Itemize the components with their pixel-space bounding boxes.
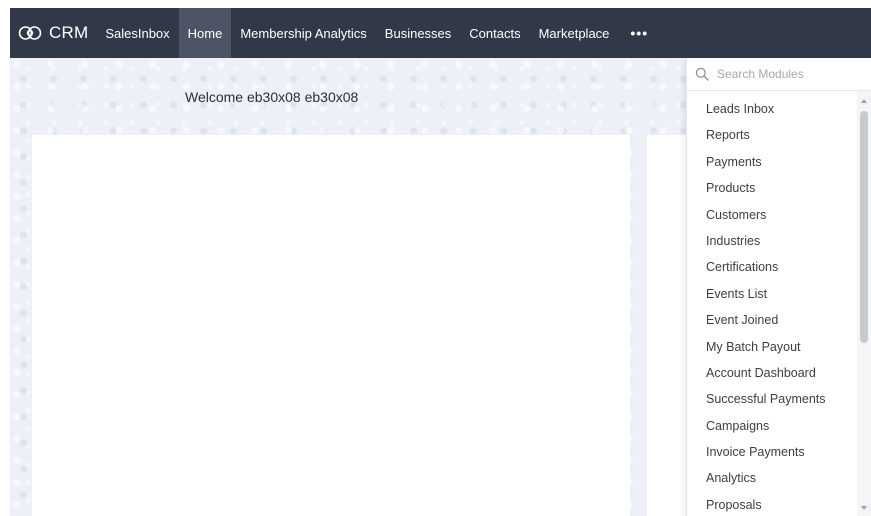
welcome-message: Welcome eb30x08 eb30x08 — [185, 89, 359, 105]
module-item-reports[interactable]: Reports — [687, 122, 857, 148]
module-item-account-dashboard[interactable]: Account Dashboard — [687, 360, 857, 386]
more-icon: ••• — [630, 25, 649, 41]
module-list: Leads Inbox Reports Payments Products Cu… — [687, 96, 857, 516]
module-item-proposals[interactable]: Proposals — [687, 492, 857, 516]
module-item-products[interactable]: Products — [687, 175, 857, 201]
nav-tab-membership-analytics[interactable]: Membership Analytics — [231, 8, 375, 58]
module-item-campaigns[interactable]: Campaigns — [687, 413, 857, 439]
home-content-area: Welcome eb30x08 eb30x08 — [10, 58, 686, 516]
scroll-thumb[interactable] — [860, 111, 868, 343]
nav-tab-contacts[interactable]: Contacts — [460, 8, 529, 58]
module-item-leads-inbox[interactable]: Leads Inbox — [687, 96, 857, 122]
module-item-successful-payments[interactable]: Successful Payments — [687, 386, 857, 412]
module-item-events-list[interactable]: Events List — [687, 281, 857, 307]
nav-tab-label: Marketplace — [538, 25, 610, 41]
nav-tab-salesinbox[interactable]: SalesInbox — [96, 8, 178, 58]
module-search-box — [687, 58, 871, 91]
brand-name: CRM — [49, 23, 89, 42]
module-item-industries[interactable]: Industries — [687, 228, 857, 254]
top-navigation-bar: CRM SalesInbox Home Membership Analytics… — [10, 8, 871, 58]
module-item-certifications[interactable]: Certifications — [687, 254, 857, 280]
more-modules-button[interactable]: ••• — [618, 8, 660, 58]
module-item-payments[interactable]: Payments — [687, 149, 857, 175]
nav-tab-label: Home — [187, 25, 223, 41]
module-item-invoice-payments[interactable]: Invoice Payments — [687, 439, 857, 465]
crm-logo-icon — [18, 26, 42, 40]
crm-brand[interactable]: CRM — [10, 8, 96, 58]
module-list-scrollbar[interactable] — [857, 91, 871, 516]
modules-dropdown: Leads Inbox Reports Payments Products Cu… — [686, 58, 871, 516]
module-item-my-batch-payout[interactable]: My Batch Payout — [687, 334, 857, 360]
nav-tab-home[interactable]: Home — [178, 8, 232, 58]
nav-tab-label: SalesInbox — [105, 25, 170, 41]
dashboard-panel — [32, 135, 630, 516]
scroll-up-arrow-icon[interactable] — [861, 99, 867, 103]
module-item-event-joined[interactable]: Event Joined — [687, 307, 857, 333]
module-item-customers[interactable]: Customers — [687, 202, 857, 228]
nav-tab-label: Membership Analytics — [240, 25, 367, 41]
module-search-input[interactable] — [717, 67, 857, 81]
nav-tab-label: Businesses — [384, 25, 452, 41]
nav-tab-label: Contacts — [469, 25, 521, 41]
dashboard-panel-secondary — [647, 135, 686, 516]
nav-tab-businesses[interactable]: Businesses — [376, 8, 460, 58]
nav-tab-marketplace[interactable]: Marketplace — [530, 8, 619, 58]
module-item-analytics[interactable]: Analytics — [687, 465, 857, 491]
search-icon — [695, 67, 709, 81]
scroll-down-arrow-icon[interactable] — [861, 506, 867, 510]
crm-screen: CRM SalesInbox Home Membership Analytics… — [0, 0, 871, 516]
